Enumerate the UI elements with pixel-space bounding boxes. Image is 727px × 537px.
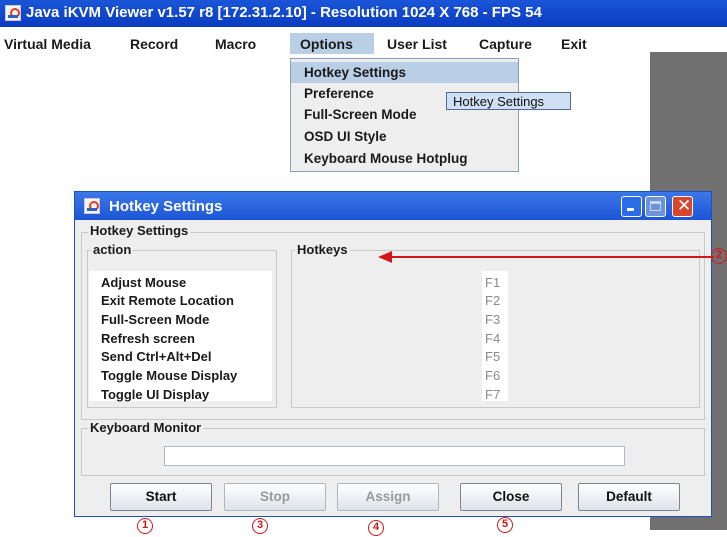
minimize-button[interactable] (621, 196, 642, 217)
menu-options-label: Options (300, 36, 353, 52)
keyboard-monitor-label: Keyboard Monitor (88, 420, 204, 435)
hotkey-f7[interactable]: F7 (485, 387, 500, 402)
stop-button[interactable]: Stop (224, 483, 326, 511)
app-title: Java iKVM Viewer v1.57 r8 [172.31.2.10] … (26, 4, 542, 21)
action-refresh-screen[interactable]: Refresh screen (101, 331, 195, 346)
hotkey-settings-dialog: Hotkey Settings ✕ Hotkey Settings action… (74, 191, 712, 517)
hotkey-f6[interactable]: F6 (485, 368, 500, 383)
menu-capture[interactable]: Capture (479, 36, 532, 52)
hotkey-f5[interactable]: F5 (485, 349, 500, 364)
dialog-title: Hotkey Settings (109, 198, 223, 215)
options-dropdown-menu: Hotkey Settings Preference Full-Screen M… (290, 58, 519, 172)
close-icon: ✕ (677, 196, 692, 215)
close-window-button[interactable]: ✕ (672, 196, 693, 217)
menu-options[interactable]: Options (290, 33, 374, 54)
dialog-title-bar[interactable]: Hotkey Settings ✕ (75, 192, 711, 220)
hotkey-list: F1 F2 F3 F4 F5 F6 F7 (482, 271, 508, 402)
menu-virtual-media[interactable]: Virtual Media (4, 36, 91, 52)
keyboard-monitor-field[interactable] (164, 446, 625, 466)
annotation-marker-4: 4 (368, 520, 384, 536)
action-toggle-mouse-display[interactable]: Toggle Mouse Display (101, 368, 237, 383)
action-send-ctrl-alt-del[interactable]: Send Ctrl+Alt+Del (101, 349, 212, 364)
close-button[interactable]: Close (460, 483, 562, 511)
hotkey-f4[interactable]: F4 (485, 331, 500, 346)
action-adjust-mouse[interactable]: Adjust Mouse (101, 275, 186, 290)
hotkey-settings-group-title: Hotkey Settings (88, 223, 191, 238)
menu-item-osd-ui-style[interactable]: OSD UI Style (291, 126, 518, 147)
java-app-icon (84, 198, 100, 214)
hotkeys-header: Hotkeys (295, 242, 350, 257)
hotkey-f2[interactable]: F2 (485, 293, 500, 308)
annotation-arrow (378, 251, 714, 263)
tooltip: Hotkey Settings (446, 92, 571, 110)
java-app-icon (5, 5, 21, 21)
menu-user-list[interactable]: User List (387, 36, 447, 52)
action-header: action (91, 242, 134, 257)
annotation-marker-1: 1 (137, 518, 153, 534)
menu-exit[interactable]: Exit (561, 36, 587, 52)
action-list: Adjust Mouse Exit Remote Location Full-S… (89, 271, 272, 402)
annotation-marker-5: 5 (497, 517, 513, 533)
action-toggle-ui-display[interactable]: Toggle UI Display (101, 387, 209, 402)
app-title-bar: Java iKVM Viewer v1.57 r8 [172.31.2.10] … (0, 0, 727, 27)
menu-bar: Virtual Media Record Macro Options User … (0, 33, 650, 54)
default-button[interactable]: Default (578, 483, 680, 511)
annotation-marker-2: 2 (711, 248, 727, 264)
action-exit-remote-location[interactable]: Exit Remote Location (101, 293, 234, 308)
action-full-screen-mode[interactable]: Full-Screen Mode (101, 312, 209, 327)
menu-record[interactable]: Record (130, 36, 178, 52)
hotkey-f3[interactable]: F3 (485, 312, 500, 327)
maximize-button[interactable] (645, 196, 666, 217)
hotkey-f1[interactable]: F1 (485, 275, 500, 290)
annotation-marker-3: 3 (252, 518, 268, 534)
menu-item-keyboard-mouse-hotplug[interactable]: Keyboard Mouse Hotplug (291, 148, 518, 169)
menu-item-hotkey-settings[interactable]: Hotkey Settings (291, 62, 518, 83)
start-button[interactable]: Start (110, 483, 212, 511)
assign-button[interactable]: Assign (337, 483, 439, 511)
menu-macro[interactable]: Macro (215, 36, 256, 52)
